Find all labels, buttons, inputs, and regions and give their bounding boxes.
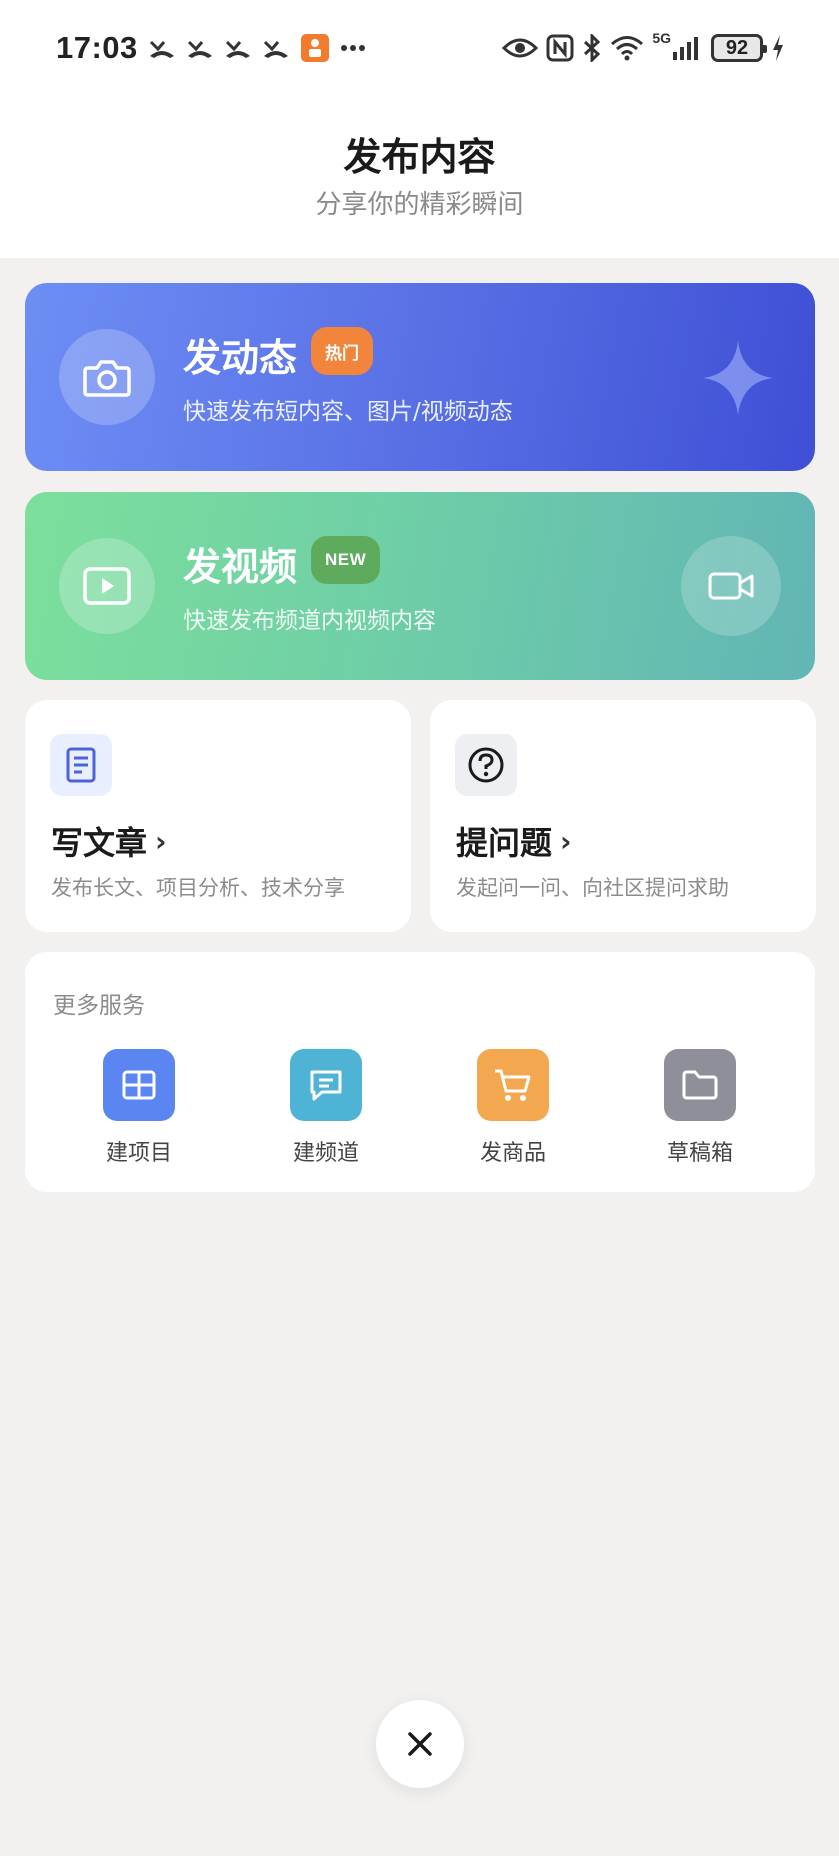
wifi-icon <box>610 35 644 61</box>
new-badge: NEW <box>311 536 381 584</box>
play-icon <box>59 538 155 634</box>
document-icon <box>50 734 112 796</box>
bluetooth-icon <box>582 34 602 62</box>
battery-indicator: 92 <box>711 34 767 62</box>
missed-call-icon <box>148 36 176 60</box>
service-drafts[interactable]: 草稿箱 <box>640 1049 760 1167</box>
close-button[interactable] <box>376 1700 464 1788</box>
question-icon <box>455 734 517 796</box>
channel-chat-icon <box>290 1049 362 1121</box>
sparkle-icon <box>703 341 773 419</box>
nfc-icon <box>546 34 574 62</box>
write-article-description: 发布长文、项目分析、技术分享 <box>51 876 345 900</box>
service-label: 建频道 <box>292 1141 359 1166</box>
more-dots-icon <box>340 43 366 53</box>
missed-call-icon <box>224 36 252 60</box>
page-title: 发布内容 <box>343 135 496 179</box>
signal-icon: 5G <box>652 30 703 62</box>
charging-bolt-icon <box>771 34 785 62</box>
page-subtitle: 分享你的精彩瞬间 <box>315 190 524 220</box>
missed-call-icon <box>262 36 290 60</box>
post-video-description: 快速发布频道内视频内容 <box>183 608 436 634</box>
folder-icon <box>664 1049 736 1121</box>
status-bar: 17:03 5G 92 <box>0 0 839 96</box>
app-notification-icon <box>300 33 330 63</box>
ask-question-title: 提问题 › <box>456 818 572 864</box>
write-article-card[interactable]: 写文章 › 发布长文、项目分析、技术分享 <box>25 700 411 932</box>
post-dynamic-title: 发动态 <box>183 336 298 380</box>
video-camera-icon <box>681 536 781 636</box>
close-icon <box>408 1732 432 1756</box>
eye-icon <box>502 36 539 60</box>
service-label: 建项目 <box>105 1141 172 1166</box>
service-create-project[interactable]: 建项目 <box>79 1049 199 1167</box>
page-header: 发布内容 分享你的精彩瞬间 <box>0 96 839 258</box>
chevron-right-icon: › <box>155 824 167 858</box>
network-type: 5G <box>652 30 671 46</box>
post-dynamic-card[interactable]: 发动态 热门 快速发布短内容、图片/视频动态 <box>25 283 815 471</box>
hot-badge: 热门 <box>311 327 373 375</box>
post-video-title: 发视频 <box>183 545 298 589</box>
project-grid-icon <box>103 1049 175 1121</box>
ask-question-card[interactable]: 提问题 › 发起问一问、向社区提问求助 <box>430 700 816 932</box>
write-article-label: 写文章 <box>51 824 148 862</box>
status-bar-right: 5G 92 <box>502 30 785 62</box>
status-bar-left: 17:03 <box>56 30 366 66</box>
ask-question-description: 发起问一问、向社区提问求助 <box>456 876 729 900</box>
service-label: 发商品 <box>479 1141 546 1166</box>
service-create-channel[interactable]: 建频道 <box>266 1049 386 1167</box>
write-article-title: 写文章 › <box>51 818 167 864</box>
camera-icon <box>59 329 155 425</box>
status-time: 17:03 <box>56 30 138 65</box>
more-services-title: 更多服务 <box>53 993 145 1019</box>
ask-question-label: 提问题 <box>456 824 553 862</box>
missed-call-icon <box>186 36 214 60</box>
service-label: 草稿箱 <box>666 1141 733 1166</box>
service-post-product[interactable]: 发商品 <box>453 1049 573 1167</box>
shopping-cart-icon <box>477 1049 549 1121</box>
post-video-card[interactable]: 发视频 NEW 快速发布频道内视频内容 <box>25 492 815 680</box>
chevron-right-icon: › <box>560 824 572 858</box>
post-dynamic-description: 快速发布短内容、图片/视频动态 <box>183 399 513 425</box>
more-services-panel: 更多服务 建项目 建频道 发商品 草稿箱 <box>25 952 815 1192</box>
